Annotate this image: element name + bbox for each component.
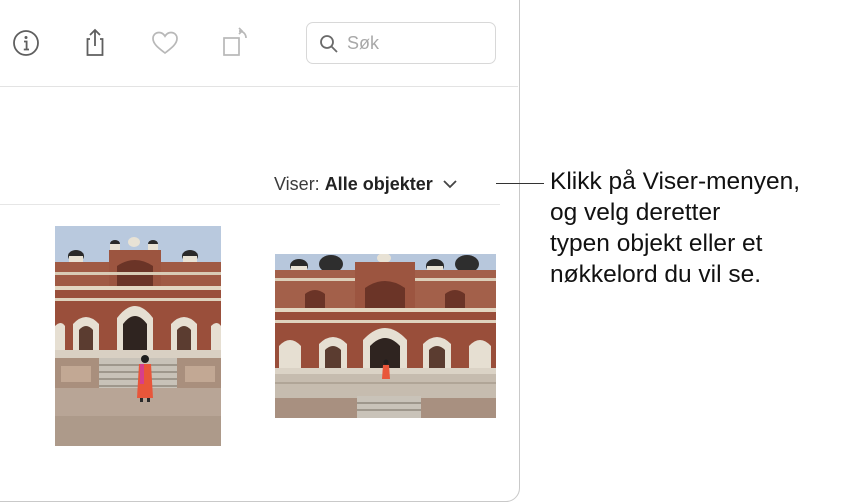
photo-thumbnail[interactable] xyxy=(55,226,221,446)
callout-line: nøkkelord du vil se. xyxy=(550,261,762,288)
content-divider xyxy=(0,204,500,205)
callout-leader-line xyxy=(496,183,544,184)
heart-icon[interactable] xyxy=(148,26,182,60)
rotate-icon[interactable] xyxy=(218,26,252,60)
callout-line: Klikk på Viser-menyen, xyxy=(550,168,801,195)
photo-thumbnail[interactable] xyxy=(275,254,496,418)
callout-line: og velg deretter xyxy=(550,199,721,226)
showing-value: Alle objekter xyxy=(324,173,433,194)
search-icon xyxy=(319,34,339,59)
toolbar-divider xyxy=(0,86,518,87)
info-icon[interactable] xyxy=(9,26,43,60)
callout-line: typen objekt eller et xyxy=(550,230,763,257)
search-input[interactable] xyxy=(347,23,487,63)
search-field[interactable] xyxy=(306,22,496,64)
showing-menu[interactable]: Viser: Alle objekter xyxy=(274,171,458,197)
callout-text: Klikk på Viser-menyen, og velg deretter … xyxy=(550,166,855,290)
chevron-down-icon xyxy=(442,174,458,195)
showing-label: Viser: xyxy=(274,173,320,194)
share-icon[interactable] xyxy=(78,26,112,60)
